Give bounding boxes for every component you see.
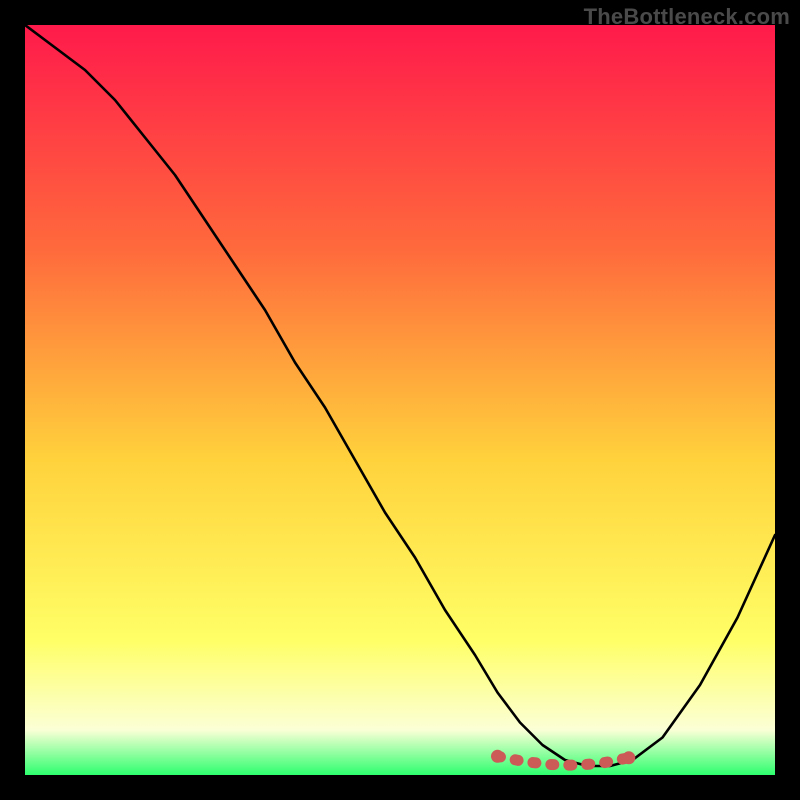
plot-area [25,25,775,775]
gradient-background [25,25,775,775]
optimal-range-endpoint [622,751,635,764]
watermark-text: TheBottleneck.com [584,4,790,30]
chart-svg [25,25,775,775]
chart-container: TheBottleneck.com [0,0,800,800]
optimal-range-endpoint [491,750,504,763]
